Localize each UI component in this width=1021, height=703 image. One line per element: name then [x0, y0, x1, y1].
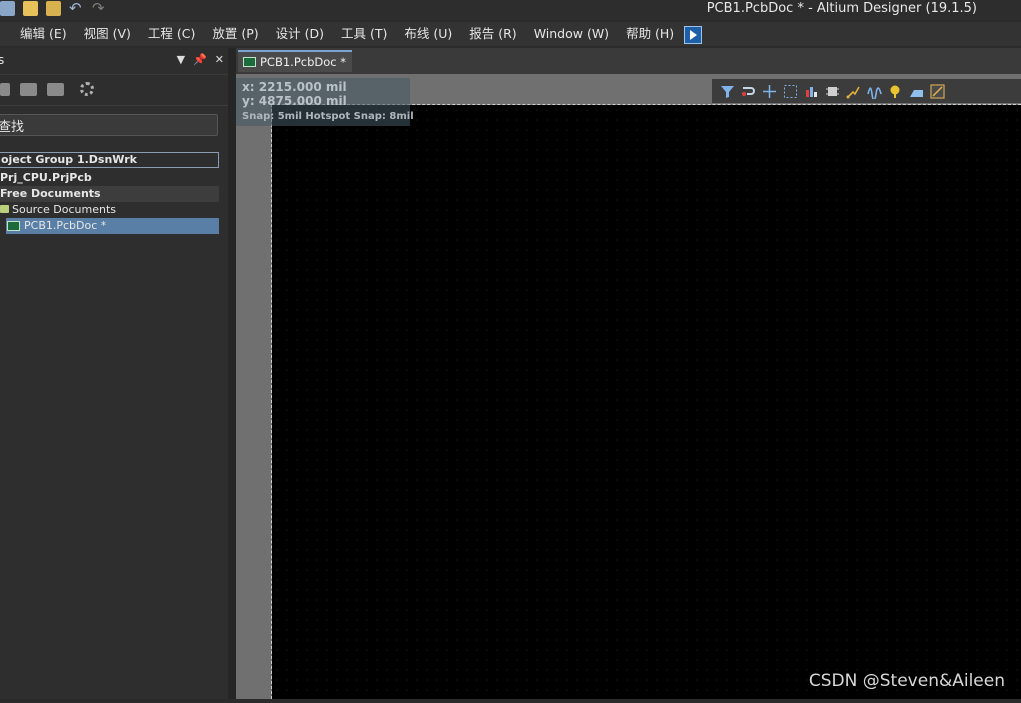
menu-tools[interactable]: 工具 (T)	[341, 25, 387, 44]
save-icon[interactable]	[0, 1, 15, 16]
menu-bar: 编辑 (E) 视图 (V) 工程 (C) 放置 (P) 设计 (D) 工具 (T…	[0, 22, 1021, 46]
snap-status: Snap: 5mil Hotspot Snap: 8mil	[242, 111, 414, 122]
route-icon[interactable]	[741, 84, 756, 99]
panel-title: s	[0, 53, 5, 67]
panel-menu-icon[interactable]: ▼	[177, 53, 185, 66]
tab-pcb1[interactable]: PCB1.PcbDoc *	[238, 50, 353, 72]
tree-item-project[interactable]: Prj_CPU.PrjPcb	[0, 170, 219, 186]
pcb-document-icon	[7, 221, 20, 231]
pcb-canvas[interactable]	[272, 105, 1021, 699]
tree-item-label: PCB1.PcbDoc *	[24, 219, 107, 232]
project-tree: oject Group 1.DsnWrk Prj_CPU.PrjPcb Free…	[0, 152, 219, 234]
menu-route[interactable]: 布线 (U)	[404, 25, 452, 44]
crosshair-icon[interactable]	[762, 84, 777, 99]
tune-length-icon[interactable]	[867, 84, 882, 99]
tree-item-label: Free Documents	[0, 187, 101, 200]
watermark: CSDN @Steven&Aileen	[808, 671, 1005, 691]
pin-icon[interactable]: 📌	[193, 53, 207, 66]
gear-icon[interactable]	[80, 82, 94, 96]
drc-icon[interactable]	[930, 83, 945, 99]
align-icon[interactable]	[804, 84, 819, 99]
pcb-document-icon	[243, 57, 256, 67]
tree-item-label: oject Group 1.DsnWrk	[1, 153, 137, 166]
document-tab-bar: PCB1.PcbDoc *	[236, 48, 1021, 74]
menu-reports[interactable]: 报告 (R)	[469, 25, 516, 44]
play-icon[interactable]	[684, 26, 703, 44]
pcb-editor: x: 2215.000 mil y: 4875.000 mil Snap: 5m…	[236, 74, 1021, 699]
tree-item-source-documents[interactable]: Source Documents	[0, 202, 219, 218]
search-placeholder: 查找	[0, 120, 25, 135]
redo-icon[interactable]: ↷	[92, 1, 107, 16]
panel-splitter[interactable]	[228, 48, 236, 699]
polygon-icon[interactable]	[909, 84, 924, 99]
component-icon[interactable]	[825, 84, 840, 99]
coordinate-readout: x: 2215.000 mil y: 4875.000 mil Snap: 5m…	[236, 78, 414, 126]
x-coordinate: x: 2215.000 mil	[242, 80, 347, 94]
menu-project[interactable]: 工程 (C)	[148, 25, 195, 44]
menu-help[interactable]: 帮助 (H)	[626, 25, 674, 44]
window-title: PCB1.PcbDoc * - Altium Designer (19.1.5)	[706, 1, 977, 16]
tree-item-free-documents[interactable]: Free Documents	[0, 186, 219, 202]
y-coordinate: y: 4875.000 mil	[242, 94, 347, 108]
divider	[0, 105, 228, 106]
compile-icon[interactable]	[47, 82, 64, 96]
filter-icon[interactable]	[720, 84, 735, 99]
folder-icon[interactable]	[20, 82, 37, 96]
interactive-route-icon[interactable]	[846, 84, 861, 99]
panel-toolbar	[0, 82, 94, 96]
tree-item-label: Prj_CPU.PrjPcb	[0, 171, 92, 184]
undo-icon[interactable]: ↶	[69, 1, 84, 16]
tree-item-pcb-document[interactable]: PCB1.PcbDoc *	[6, 218, 219, 234]
tree-item-label: Source Documents	[12, 203, 116, 216]
menu-design[interactable]: 设计 (D)	[276, 25, 324, 44]
menu-place[interactable]: 放置 (P)	[212, 25, 258, 44]
tab-label: PCB1.PcbDoc *	[260, 55, 347, 69]
active-bar	[712, 79, 1021, 103]
open-project-icon[interactable]	[46, 1, 61, 16]
menu-view[interactable]: 视图 (V)	[84, 25, 131, 44]
close-icon[interactable]: ✕	[215, 53, 224, 66]
menu-edit[interactable]: 编辑 (E)	[20, 25, 67, 44]
title-bar: ↶ ↷ PCB1.PcbDoc * - Altium Designer (19.…	[0, 0, 1021, 20]
search-input[interactable]: 查找	[0, 114, 218, 136]
open-folder-icon[interactable]	[23, 1, 38, 16]
document-icon[interactable]	[0, 82, 10, 96]
select-icon[interactable]	[783, 84, 798, 99]
menu-window[interactable]: Window (W)	[534, 25, 609, 44]
projects-panel: s ▼ 📌 ✕ 查找 oject Group 1.DsnWrk Prj_CPU.…	[0, 48, 228, 699]
board-edge	[271, 104, 273, 699]
quick-access-toolbar: ↶ ↷	[0, 1, 107, 16]
folder-icon	[0, 205, 9, 213]
tree-item-workspace[interactable]: oject Group 1.DsnWrk	[0, 152, 219, 168]
panel-header: s ▼ 📌 ✕	[0, 48, 228, 75]
via-icon[interactable]	[888, 84, 903, 99]
